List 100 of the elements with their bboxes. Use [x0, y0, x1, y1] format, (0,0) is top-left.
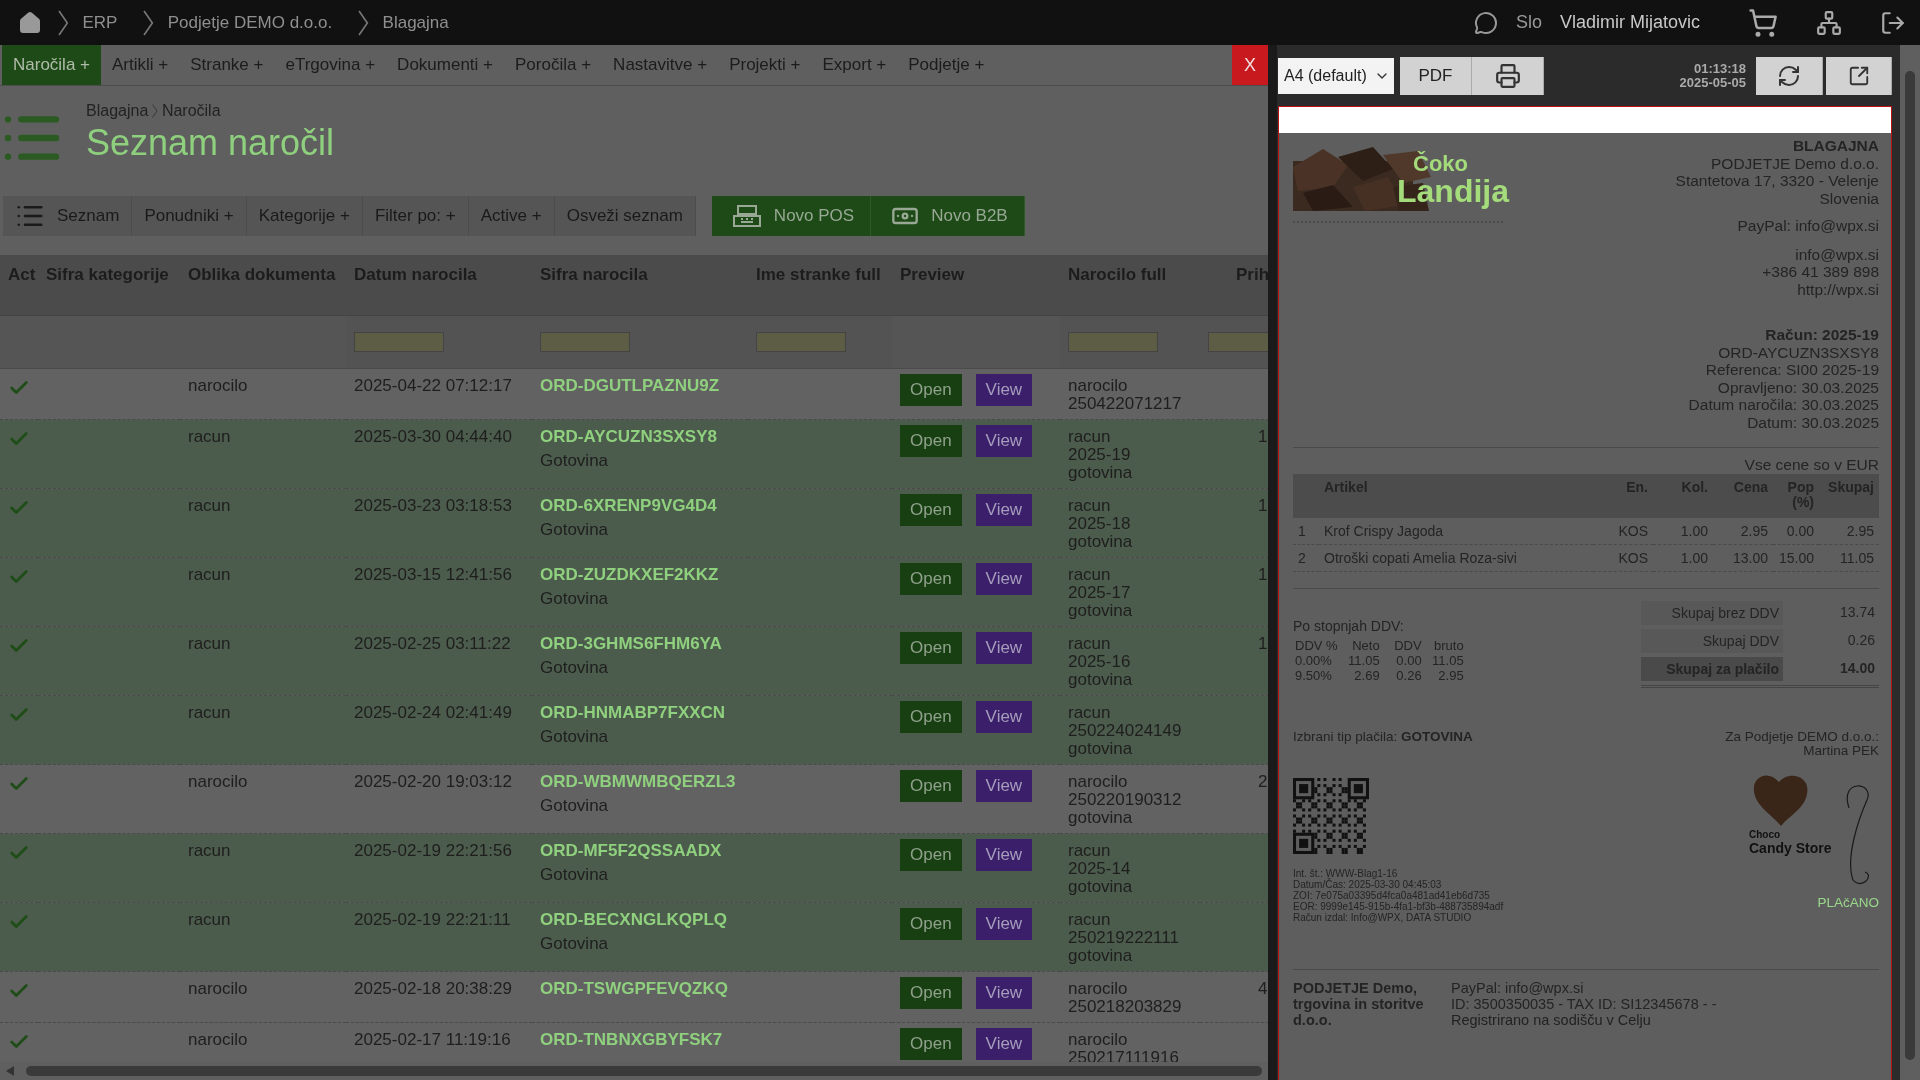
table-row[interactable]: racun 2025-03-30 04:44:40 ORD-AYCUZN3SXSY8 Gotovina Open View racun 2025-19 gotovina 1	[0, 419, 1268, 489]
close-button[interactable]: X	[1232, 45, 1268, 85]
order-link[interactable]: ORD-MF5F2QSSAADX	[540, 842, 740, 860]
table-row[interactable]: narocilo 2025-04-22 07:12:17 ORD-DGUTLPAZNU9Z Open View narocilo 250422071217	[0, 368, 1268, 420]
menu-item[interactable]: Export +	[811, 45, 898, 85]
toolbar-item[interactable]: Kategorije +	[246, 196, 363, 236]
table-cell-text: racun 250224024149 gotovina	[1068, 704, 1183, 758]
breadcrumb-link[interactable]: ERP	[82, 12, 118, 33]
new-order-button[interactable]: Novo B2B	[871, 196, 1025, 236]
toolbar-item[interactable]: Seznam	[3, 196, 133, 236]
table-cell: bruto	[1434, 637, 1464, 653]
payment-method: Gotovina	[540, 728, 610, 746]
order-link[interactable]: ORD-TNBNXGBYFSK7	[540, 1031, 740, 1049]
user-name[interactable]: Vladimir Mijatovic	[1559, 12, 1700, 33]
open-button[interactable]: Open	[900, 839, 962, 871]
table-cell: racun	[188, 703, 231, 722]
new-order-button[interactable]: Novo POS	[711, 196, 872, 236]
breadcrumb-link[interactable]: Naročila	[161, 102, 221, 120]
open-button[interactable]: Open	[900, 563, 962, 595]
table-cell: 1	[1298, 522, 1306, 539]
filter-field[interactable]	[540, 332, 630, 352]
menu-item[interactable]: eTrgovina +	[274, 45, 387, 85]
open-button[interactable]: Open	[900, 632, 962, 664]
view-button[interactable]: View	[975, 701, 1033, 733]
cash-register-icon	[731, 204, 762, 228]
toolbar-item[interactable]: Ponudniki +	[132, 196, 247, 236]
logout-icon[interactable]	[1880, 9, 1906, 36]
breadcrumb-link[interactable]: Blagajna	[382, 12, 449, 33]
format-select[interactable]: A4 (default)	[1278, 58, 1394, 94]
breadcrumb-link[interactable]: Podjetje DEMO d.o.o.	[167, 12, 333, 33]
company-name: PODJETJE Demo, trgovina in storitve d.o.o.	[1293, 979, 1425, 1028]
open-button[interactable]: Open	[900, 701, 962, 733]
sitemap-icon[interactable]	[1816, 9, 1842, 36]
print-button[interactable]	[1472, 57, 1544, 95]
open-button[interactable]: Open	[900, 374, 962, 406]
home-icon[interactable]	[18, 10, 42, 35]
menu-item[interactable]: Naročila +	[2, 45, 101, 85]
open-button[interactable]: Open	[900, 1028, 962, 1060]
order-link[interactable]: ORD-BECXNGLKQPLQ	[540, 911, 740, 929]
order-link[interactable]: ORD-6XRENP9VG4D4	[540, 497, 740, 515]
order-link[interactable]: ORD-DGUTLPAZNU9Z	[540, 377, 740, 395]
open-button[interactable]: Open	[900, 425, 962, 457]
table-cell: racun	[188, 565, 231, 584]
table-row[interactable]: racun 2025-02-24 02:41:49 ORD-HNMABP7FXXCN Gotovina Open View racun 250224024149 gotovina	[0, 695, 1268, 765]
menu-item[interactable]: Nastavitve +	[602, 45, 719, 85]
menu-item[interactable]: Poročila +	[504, 45, 603, 85]
filter-field[interactable]	[756, 332, 846, 352]
view-button[interactable]: View	[975, 563, 1033, 595]
view-button[interactable]: View	[975, 977, 1033, 1009]
menu-item[interactable]: Stranke +	[179, 45, 275, 85]
table-row[interactable]: racun 2025-02-19 22:21:11 ORD-BECXNGLKQPLQ Gotovina Open View racun 250219222111 gotovina	[0, 902, 1268, 972]
menu-item[interactable]: Dokumenti +	[386, 45, 505, 85]
table-cell-text: racun 2025-18 gotovina	[1068, 497, 1134, 551]
view-button[interactable]: View	[975, 374, 1033, 406]
table-row[interactable]: racun 2025-03-23 03:18:53 ORD-6XRENP9VG4D4 Gotovina Open View racun 2025-18 gotovina 1	[0, 488, 1268, 558]
table-cell: 2.69	[1354, 667, 1380, 683]
open-button[interactable]: Open	[900, 494, 962, 526]
view-button[interactable]: View	[975, 1028, 1033, 1060]
signatory-line: Za Podjetje DEMO d.o.o.:	[1725, 729, 1879, 744]
payment-method: Gotovina	[540, 935, 610, 953]
table-row[interactable]: narocilo 2025-02-20 19:03:12 ORD-WBMWMBQERZL3 Gotovina Open View narocilo 250220190312 gotovina 2	[0, 764, 1268, 834]
toolbar-item[interactable]: Filter po: +	[362, 196, 469, 236]
menu-item[interactable]: Podjetje +	[897, 45, 996, 85]
table-row[interactable]: racun 2025-03-15 12:41:56 ORD-ZUZDKXEF2KKZ Gotovina Open View racun 2025-17 gotovina 1	[0, 557, 1268, 627]
cart-icon[interactable]	[1748, 7, 1778, 38]
toolbar-item[interactable]: Active +	[468, 196, 555, 236]
table-cell: KOS	[1618, 549, 1648, 566]
view-button[interactable]: View	[975, 425, 1033, 457]
menu-item[interactable]: Projekti +	[718, 45, 812, 85]
view-button[interactable]: View	[975, 770, 1033, 802]
menu-item[interactable]: Artikli +	[101, 45, 180, 85]
table-cell: 2025-02-20 19:03:12	[354, 772, 512, 791]
popout-button[interactable]	[1826, 57, 1892, 95]
table-cell-text: narocilo 250422071217	[1068, 377, 1183, 413]
order-link[interactable]: ORD-ZUZDKXEF2KKZ	[540, 566, 740, 584]
open-button[interactable]: Open	[900, 908, 962, 940]
open-button[interactable]: Open	[900, 977, 962, 1009]
table-row[interactable]: racun 2025-02-19 22:21:56 ORD-MF5F2QSSAADX Gotovina Open View racun 2025-14 gotovina	[0, 833, 1268, 903]
order-link[interactable]: ORD-AYCUZN3SXSY8	[540, 428, 740, 446]
filter-field[interactable]	[354, 332, 444, 352]
pdf-button[interactable]: PDF	[1400, 57, 1472, 95]
vertical-scrollbar[interactable]	[1900, 45, 1920, 1080]
view-button[interactable]: View	[975, 632, 1033, 664]
order-link[interactable]: ORD-WBMWMBQERZL3	[540, 773, 740, 791]
view-button[interactable]: View	[975, 494, 1033, 526]
table-row[interactable]: racun 2025-02-25 03:11:22 ORD-3GHMS6FHM6YA Gotovina Open View racun 2025-16 gotovina 1	[0, 626, 1268, 696]
order-link[interactable]: ORD-HNMABP7FXXCN	[540, 704, 740, 722]
chat-icon[interactable]	[1473, 10, 1498, 35]
table-row[interactable]: narocilo 2025-02-18 20:38:29 ORD-TSWGPFEVQZKQ Open View narocilo 250218203829 4	[0, 971, 1268, 1023]
view-button[interactable]: View	[975, 908, 1033, 940]
view-button[interactable]: View	[975, 839, 1033, 871]
toolbar-item[interactable]: Osveži seznam	[554, 196, 696, 236]
open-button[interactable]: Open	[900, 770, 962, 802]
table-cell: 9.50%	[1295, 667, 1332, 683]
language-link[interactable]: Slo	[1515, 12, 1542, 33]
breadcrumb-link[interactable]: Blagajna	[86, 102, 149, 120]
order-link[interactable]: ORD-TSWGPFEVQZKQ	[540, 980, 740, 998]
refresh-button[interactable]	[1756, 57, 1823, 95]
filter-field[interactable]	[1068, 332, 1158, 352]
order-link[interactable]: ORD-3GHMS6FHM6YA	[540, 635, 740, 653]
